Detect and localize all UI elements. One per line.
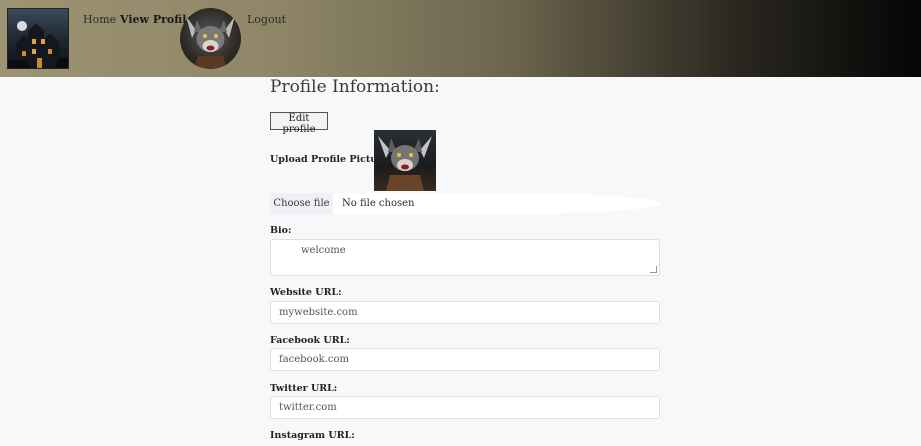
website-url-label: Website URL: <box>270 287 342 298</box>
edit-profile-button[interactable]: Edit profile <box>270 112 328 135</box>
bio-label: Bio: <box>270 225 292 236</box>
file-input[interactable]: Choose file No file chosen <box>270 193 660 214</box>
choose-file-button[interactable]: Choose file <box>270 193 333 214</box>
werewolf-avatar[interactable] <box>180 8 241 69</box>
resize-grip-icon[interactable] <box>650 266 657 273</box>
bio-textarea[interactable]: welcome <box>270 239 660 276</box>
file-status-text: No file chosen <box>333 193 660 214</box>
website-url-input[interactable]: mywebsite.com <box>270 301 660 324</box>
twitter-url-input[interactable]: twitter.com <box>270 396 660 419</box>
facebook-url-label: Facebook URL: <box>270 335 350 346</box>
nav-logout-link[interactable]: Logout <box>247 13 286 26</box>
instagram-url-label: Instagram URL: <box>270 430 355 441</box>
haunted-house-logo[interactable] <box>7 8 69 69</box>
profile-picture-preview <box>374 130 436 191</box>
nav-home-link[interactable]: Home <box>83 13 116 26</box>
facebook-url-input[interactable]: facebook.com <box>270 348 660 371</box>
bio-value: welcome <box>301 245 346 256</box>
page-title: Profile Information: <box>270 77 440 97</box>
top-navbar: Home View Profile Logout <box>0 0 921 77</box>
twitter-url-label: Twitter URL: <box>270 383 338 394</box>
